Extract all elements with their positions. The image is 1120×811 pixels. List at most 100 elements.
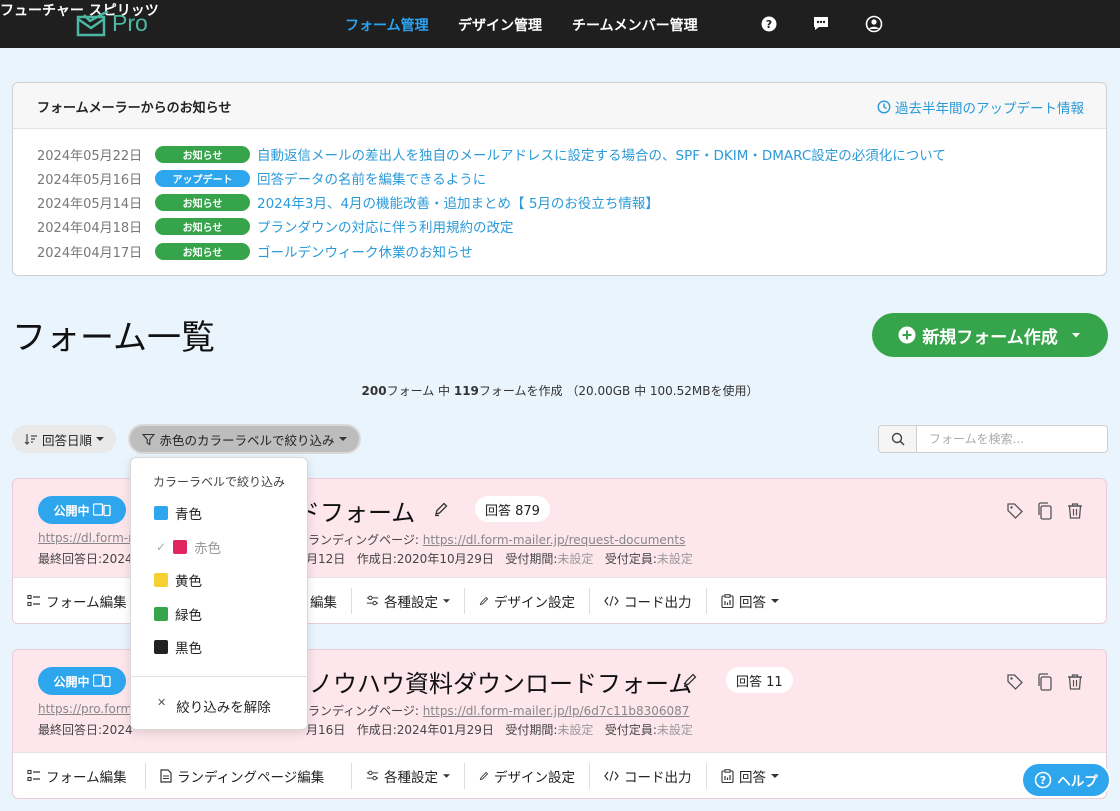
devices-icon [92,503,111,517]
tag-icon[interactable] [1006,502,1024,520]
news-date: 2024年04月18日 [37,220,143,236]
nav-form-management[interactable]: フォーム管理 [345,15,429,35]
color-option-black[interactable]: 黒色 [154,636,202,658]
color-label: 赤色 [194,541,222,557]
card-tools [1006,502,1084,520]
landing-page-line: ランディングページ: https://dl.form-mailer.jp/req… [308,531,685,548]
dropdown-header: カラーラベルで絞り込み [153,475,286,489]
tag-icon[interactable] [1006,673,1024,691]
action-label: フォーム編集 [46,769,127,786]
new-form-button[interactable]: 新規フォーム作成 [872,313,1108,357]
settings-action[interactable]: 各種設定 [352,587,465,614]
nav-design-management[interactable]: デザイン管理 [458,15,542,35]
news-badge: お知らせ [155,242,250,260]
color-option-red[interactable]: ✓ 赤色 [156,536,221,558]
code-icon [604,770,619,781]
news-item: 2024年05月22日 お知らせ 自動返信メールの差出人を独自のメールアドレスに… [37,143,946,165]
form-url-link[interactable]: https://dl.form-m [38,531,140,545]
page-title: フォーム一覧 [12,318,215,358]
status-badge[interactable]: 公開中 [38,667,126,695]
help-button[interactable]: ? ヘルプ [1021,762,1111,798]
search-button[interactable] [879,426,917,452]
color-option-yellow[interactable]: 黄色 [154,569,202,591]
caret-down-icon [771,773,779,778]
landing-page-link[interactable]: https://dl.form-mailer.jp/lp/6d7c11b8306… [423,704,690,718]
responses-action[interactable]: 回答 [707,763,793,789]
usage-total: 200 [361,384,387,398]
svg-text:?: ? [766,18,772,31]
news-header: フォームメーラーからのお知らせ 過去半年間のアップデート情報 [13,83,1106,129]
landing-page-label: ランディングページ: [308,533,419,547]
copy-icon[interactable] [1036,502,1054,520]
response-count-badge[interactable]: 回答 11 [726,667,793,693]
responses-action[interactable]: 回答 [707,588,793,614]
color-label: 黒色 [175,641,202,657]
code-export-action[interactable]: コード出力 [590,587,707,614]
status-label: 公開中 [53,674,90,689]
clear-filter-option[interactable]: ✕ 絞り込みを解除 [157,696,271,716]
pencil-icon[interactable] [433,501,449,517]
user-icon[interactable] [864,14,884,34]
color-swatch [173,540,188,554]
form-url-link[interactable]: https://pro.form- [38,702,137,716]
sort-icon [24,434,37,445]
news-link[interactable]: 2024年3月、4月の機能改善・追加まとめ【 5月のお役立ち情報】 [257,192,659,212]
search-input[interactable] [917,426,1107,452]
color-label: 青色 [175,507,202,523]
card-actions: フォーム編集 ランディングページ編集 各種設定 デザイン設定 コード出力 回答 [13,752,1106,798]
settings-action[interactable]: 各種設定 [352,762,465,789]
color-swatch [154,607,168,621]
color-filter-dropdown: カラーラベルで絞り込み 青色 ✓ 赤色 黄色 緑色 黒色 ✕ 絞り込みを解除 [130,457,308,730]
status-badge[interactable]: 公開中 [38,496,126,524]
app-logo[interactable]: Pro [76,8,166,40]
trash-icon[interactable] [1066,502,1084,520]
form-edit-action[interactable]: フォーム編集 [13,762,146,789]
news-date: 2024年04月17日 [37,245,143,261]
news-title: フォームメーラーからのお知らせ [37,101,232,116]
form-title[interactable]: ドフォーム [296,493,415,528]
news-link[interactable]: プランダウンの対応に伴う利用規約の改定 [257,216,514,236]
nav-team-management[interactable]: チームメンバー管理 [572,15,698,35]
code-export-action[interactable]: コード出力 [590,762,707,789]
copy-icon[interactable] [1036,673,1054,691]
form-url-line: https://pro.form- [38,702,137,716]
period-value: 未設定 [557,552,594,566]
clipboard-icon [721,593,734,608]
form-url-line: https://dl.form-m [38,531,140,545]
form-edit-icon [27,769,40,781]
action-label: 回答 [739,769,766,786]
updated-date: 月16日 [306,723,346,737]
pencil-icon[interactable] [682,672,698,688]
mail-check-icon [76,11,109,37]
usage-summary: 200フォーム 中 119フォームを作成 （20.00GB 中 100.52MB… [0,382,1120,399]
period-label: 受付期間: [505,723,558,737]
news-link[interactable]: ゴールデンウィーク休業のお知らせ [257,241,473,261]
sort-label: 回答日順 [41,432,92,448]
form-title[interactable]: ノウハウ資料ダウンロードフォーム [309,664,692,699]
news-link[interactable]: 自動返信メールの差出人を独自のメールアドレスに設定する場合の、SPF・DKIM・… [257,144,946,164]
design-settings-action[interactable]: デザイン設定 [465,587,590,614]
landing-page-link[interactable]: https://dl.form-mailer.jp/request-docume… [423,533,686,547]
color-swatch [154,506,168,520]
news-item: 2024年05月14日 お知らせ 2024年3月、4月の機能改善・追加まとめ【 … [37,191,659,213]
color-option-green[interactable]: 緑色 [154,603,202,625]
form-edit-action[interactable]: フォーム編集 [13,587,146,614]
design-settings-action[interactable]: デザイン設定 [465,762,590,789]
color-filter-button[interactable]: 赤色のカラーラベルで絞り込み [128,424,361,454]
response-count-badge[interactable]: 回答 879 [475,496,550,522]
help-circle-icon[interactable]: ? [759,14,779,34]
caret-down-icon [1071,333,1080,338]
trash-icon[interactable] [1066,673,1084,691]
color-option-blue[interactable]: 青色 [154,502,202,524]
news-link[interactable]: 回答データの名前を編集できるように [257,168,486,188]
check-icon: ✓ [156,540,167,554]
news-item: 2024年04月18日 お知らせ プランダウンの対応に伴う利用規約の改定 [37,215,514,237]
chat-icon[interactable] [811,14,831,34]
update-history-link[interactable]: 過去半年間のアップデート情報 [877,97,1084,117]
lp-edit-action[interactable]: ランディングページ編集 [146,762,352,789]
caret-down-icon [443,598,450,603]
news-badge: お知らせ [155,193,250,211]
caret-down-icon [443,773,450,778]
update-history-label: 過去半年間のアップデート情報 [895,101,1084,117]
sort-button[interactable]: 回答日順 [12,425,116,453]
